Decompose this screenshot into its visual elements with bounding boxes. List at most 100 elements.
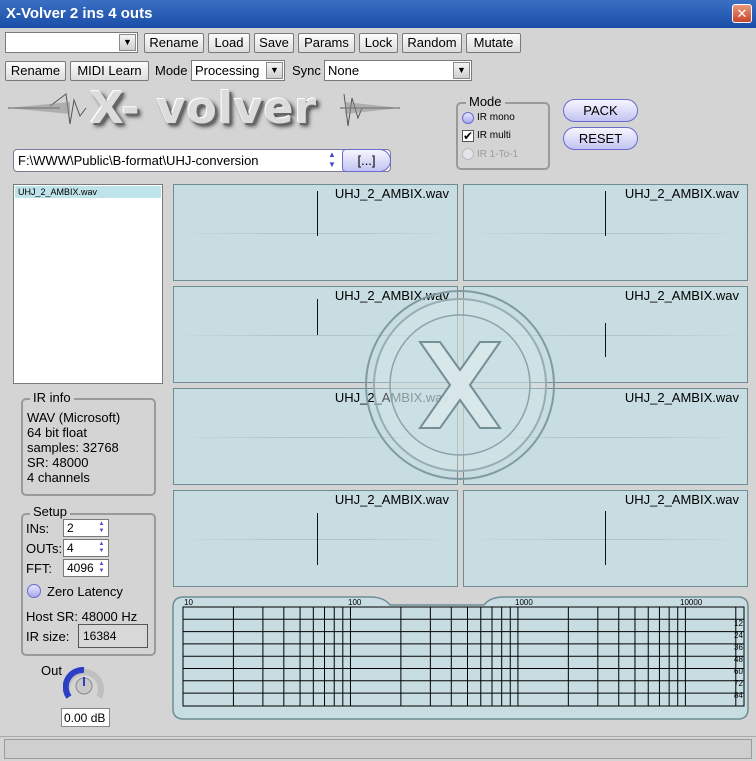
pack-button[interactable]: PACK	[563, 99, 638, 122]
sync-value: None	[328, 63, 360, 78]
ins-value: 2	[67, 521, 74, 535]
eq-freq-label: 10000	[680, 598, 703, 607]
mode-label: Mode	[155, 63, 188, 78]
logo-text: X- volver	[90, 83, 318, 134]
mutate-button[interactable]: Mutate	[466, 33, 521, 53]
ir-info-box: WAV (Microsoft) 64 bit float samples: 32…	[21, 398, 156, 496]
params-button[interactable]: Params	[298, 33, 355, 53]
random-button[interactable]: Random	[402, 33, 462, 53]
status-field	[4, 739, 752, 759]
save-button[interactable]: Save	[254, 33, 294, 53]
ir-panel-filename: UHJ_2_AMBIX.wav	[334, 288, 449, 303]
fft-label: FFT:	[26, 561, 52, 576]
load-button[interactable]: Load	[208, 33, 250, 53]
eq-db-label: 84	[734, 691, 743, 700]
fft-stepper[interactable]: 4096 ▲ ▼	[63, 559, 109, 577]
ir-spike	[317, 191, 318, 236]
eq-display[interactable]: 10 100 1000 10000 12 24 36 48 60 72 84	[172, 595, 750, 721]
ir-panel-1[interactable]: UHJ_2_AMBIX.wav	[173, 184, 458, 281]
eq-db-label: 36	[734, 643, 743, 652]
ir-spike	[605, 191, 606, 236]
midi-learn-button[interactable]: MIDI Learn	[70, 61, 149, 81]
path-value: F:\WWW\Public\B-format\UHJ-conversion	[18, 153, 259, 168]
ir-info-bits: 64 bit float	[27, 425, 87, 440]
title-bar: X-Volver 2 ins 4 outs ✕	[0, 0, 756, 28]
eq-freq-label: 10	[184, 598, 193, 607]
ir-size-value: 16384	[83, 629, 117, 643]
ir-panel-3[interactable]: UHJ_2_AMBIX.wav	[173, 286, 458, 383]
host-sr-label: Host SR: 48000 Hz	[26, 609, 138, 624]
ir-panel-filename: UHJ_2_AMBIX.wav	[624, 492, 739, 507]
zero-latency-radio[interactable]	[27, 584, 41, 598]
ir-size-label: IR size:	[26, 629, 70, 644]
ins-stepper[interactable]: 2 ▲ ▼	[63, 519, 109, 537]
setup-title: Setup	[30, 504, 70, 519]
ir-1to1-radio[interactable]	[462, 148, 474, 160]
stepper-icon[interactable]: ▲ ▼	[96, 561, 107, 575]
stepper-icon[interactable]: ▲ ▼	[96, 541, 107, 555]
path-spinner-icon[interactable]: ▲ ▼	[322, 150, 342, 171]
ir-file-list[interactable]: UHJ_2_AMBIX.wav	[13, 184, 163, 384]
outs-value: 4	[67, 541, 74, 555]
ir-info-format: WAV (Microsoft)	[27, 410, 121, 425]
ir-spike	[317, 513, 318, 565]
ir-panel-filename: UHJ_2_AMBIX.wav	[624, 186, 739, 201]
ir-panel-filename: UHJ_2_AMBIX.wav	[624, 390, 739, 405]
eq-freq-label: 100	[348, 598, 362, 607]
eq-freq-label: 1000	[515, 598, 533, 607]
out-gain-value: 0.00 dB	[64, 711, 106, 725]
ir-panel-7[interactable]: UHJ_2_AMBIX.wav	[173, 490, 458, 587]
outs-label: OUTs:	[26, 541, 63, 556]
mode-group-title: Mode	[466, 94, 505, 109]
browse-button[interactable]: [...]	[342, 149, 391, 172]
lock-button[interactable]: Lock	[359, 33, 398, 53]
chevron-down-icon: ▼	[266, 62, 283, 79]
ir-info-title: IR info	[30, 390, 74, 405]
zero-latency-label: Zero Latency	[47, 584, 123, 599]
eq-db-label: 24	[734, 631, 743, 640]
ir-info-channels: 4 channels	[27, 470, 90, 485]
chevron-down-icon: ▼	[453, 62, 470, 79]
out-label: Out	[41, 663, 62, 678]
ir-panel-6[interactable]: UHJ_2_AMBIX.wav	[463, 388, 748, 485]
out-gain-field[interactable]: 0.00 dB	[61, 708, 110, 727]
ir-panel-4[interactable]: UHJ_2_AMBIX.wav	[463, 286, 748, 383]
sync-select[interactable]: None ▼	[324, 60, 472, 81]
preset-select[interactable]: ▼	[5, 32, 138, 53]
ir-size-field: 16384	[78, 624, 148, 648]
ins-label: INs:	[26, 521, 50, 536]
ir-panel-filename: UHJ_2_AMBIX.wav	[334, 186, 449, 201]
eq-db-label: 48	[734, 655, 743, 664]
fft-value: 4096	[67, 561, 94, 575]
mode-select[interactable]: Processing ▼	[191, 60, 285, 81]
window-title: X-Volver 2 ins 4 outs	[6, 5, 153, 22]
list-item[interactable]: UHJ_2_AMBIX.wav	[15, 186, 161, 198]
mode-value: Processing	[195, 63, 260, 78]
status-bar	[0, 736, 756, 761]
eq-db-label: 72	[734, 679, 743, 688]
reset-button[interactable]: RESET	[563, 127, 638, 150]
ir-multi-checkbox[interactable]: ✔	[462, 130, 474, 142]
close-icon[interactable]: ✕	[732, 4, 752, 23]
ir-panel-8[interactable]: UHJ_2_AMBIX.wav	[463, 490, 748, 587]
ir-panel-filename: UHJ_2_AMBIX.wav	[624, 288, 739, 303]
ir-spike	[317, 299, 318, 335]
ir-panel-2[interactable]: UHJ_2_AMBIX.wav	[463, 184, 748, 281]
rename-button[interactable]: Rename	[5, 61, 66, 81]
ir-spike	[605, 511, 606, 565]
ir-panel-5[interactable]: UHJ_2_AMBIX.wav	[173, 388, 458, 485]
ir-info-samples: samples: 32768	[27, 440, 119, 455]
chevron-down-icon: ▼	[119, 34, 136, 51]
sync-label: Sync	[292, 63, 321, 78]
knob-icon[interactable]	[63, 665, 105, 705]
ir-mono-radio[interactable]	[462, 112, 474, 124]
ir-panel-filename: UHJ_2_AMBIX.wav	[334, 492, 449, 507]
stepper-icon[interactable]: ▲ ▼	[96, 521, 107, 535]
eq-db-label: 12	[734, 619, 743, 628]
rename-preset-button[interactable]: Rename	[144, 33, 204, 53]
eq-db-label: 60	[734, 667, 743, 676]
ir-panel-filename: UHJ_2_AMBIX.wav	[334, 390, 449, 405]
ir-multi-label: IR multi	[477, 130, 511, 141]
outs-stepper[interactable]: 4 ▲ ▼	[63, 539, 109, 557]
ir-spike	[605, 323, 606, 357]
